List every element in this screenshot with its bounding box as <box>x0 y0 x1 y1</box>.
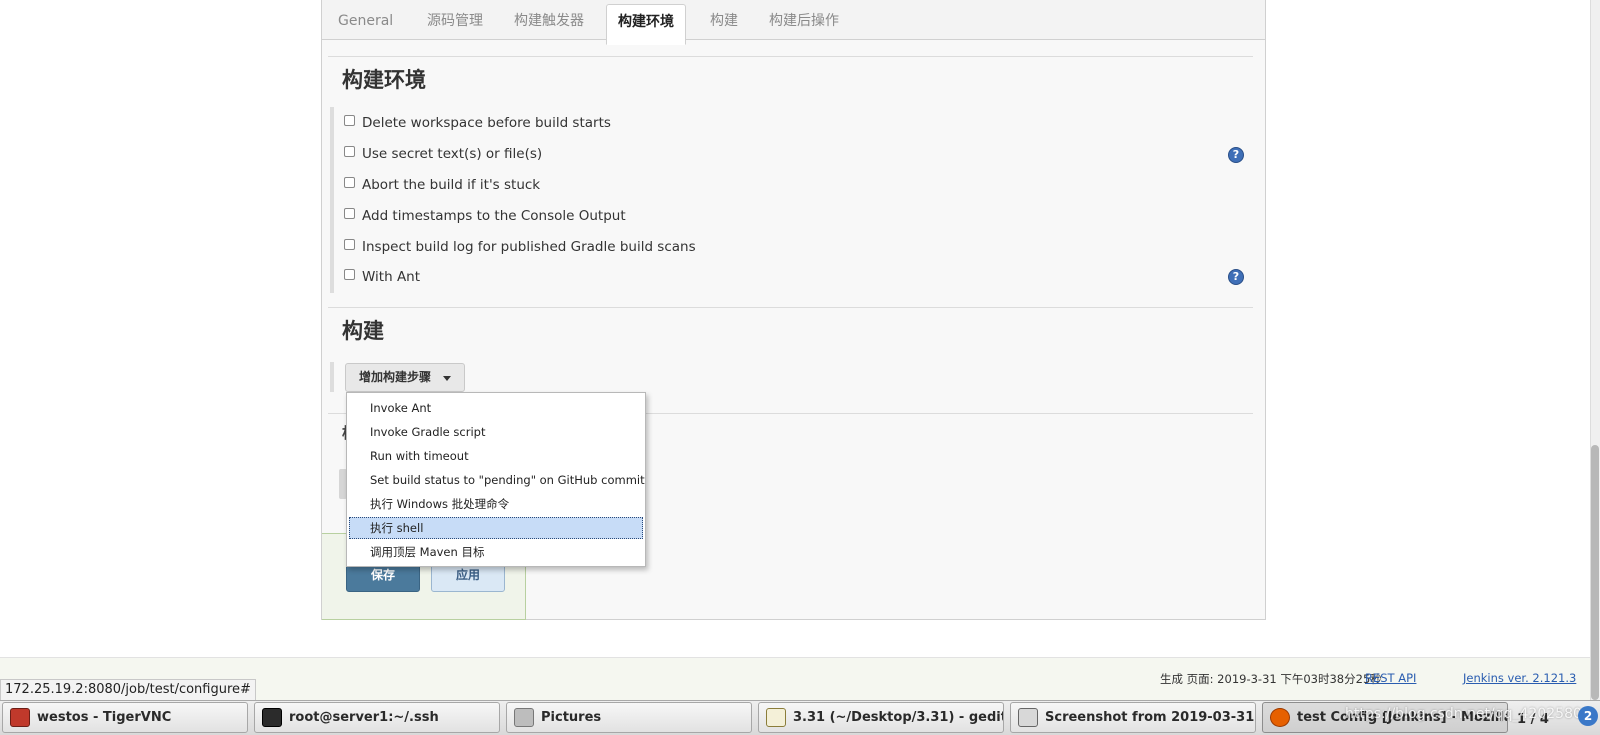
taskbar-item-pictures[interactable]: Pictures <box>506 702 752 733</box>
taskbar-item-terminal[interactable]: root@server1:~/.ssh <box>254 702 500 733</box>
option-gradle-scans[interactable]: Inspect build log for published Gradle b… <box>344 238 696 256</box>
option-with-ant[interactable]: With Ant <box>344 268 420 286</box>
watermark: https://blog.csdn.net/qq_4202580 <box>1345 706 1582 722</box>
tab-scm[interactable]: 源码管理 <box>416 0 494 40</box>
section-title-build: 构建 <box>342 319 384 343</box>
taskbar-item-label: westos - TigerVNC <box>37 710 172 725</box>
help-icon[interactable]: ? <box>1228 147 1244 163</box>
taskbar-item-label: root@server1:~/.ssh <box>289 710 439 725</box>
option-delete-workspace[interactable]: Delete workspace before build starts <box>344 114 611 132</box>
option-label: Add timestamps to the Console Output <box>362 208 626 224</box>
checkbox[interactable] <box>344 208 355 219</box>
rest-api-link[interactable]: REST API <box>1365 671 1416 685</box>
vnc-icon <box>10 708 30 727</box>
tab-build-environment[interactable]: 构建环境 <box>606 4 686 45</box>
config-tabbar: General 源码管理 构建触发器 构建环境 构建 构建后操作 <box>322 0 1265 45</box>
jenkins-version-link[interactable]: Jenkins ver. 2.121.3 <box>1463 671 1576 685</box>
file-manager-icon <box>514 708 534 727</box>
menu-item-invoke-gradle[interactable]: Invoke Gradle script <box>349 421 643 443</box>
footer-generated-time: 生成 页面: 2019-3-31 下午03时38分25秒 <box>1160 672 1382 686</box>
image-viewer-icon <box>1018 708 1038 727</box>
add-build-step-label: 增加构建步骤 <box>359 370 432 384</box>
tab-build[interactable]: 构建 <box>699 0 749 40</box>
menu-item-invoke-ant[interactable]: Invoke Ant <box>349 397 643 419</box>
divider <box>328 56 1253 57</box>
tab-post-build[interactable]: 构建后操作 <box>758 0 850 40</box>
section-title-build-environment: 构建环境 <box>342 68 426 92</box>
help-icon[interactable]: ? <box>1228 269 1244 285</box>
option-label: Abort the build if it's stuck <box>362 177 541 193</box>
option-label: Delete workspace before build starts <box>362 115 611 131</box>
tab-general[interactable]: General <box>327 0 404 40</box>
tab-build-triggers[interactable]: 构建触发器 <box>503 0 595 40</box>
menu-item-windows-batch[interactable]: 执行 Windows 批处理命令 <box>349 493 643 515</box>
add-build-step-button[interactable]: 增加构建步骤 <box>345 363 465 392</box>
text-editor-icon <box>766 708 786 727</box>
build-step-bar <box>330 362 334 392</box>
checkbox[interactable] <box>344 239 355 250</box>
option-timestamps[interactable]: Add timestamps to the Console Output <box>344 207 626 225</box>
build-step-dropdown: Invoke Ant Invoke Gradle script Run with… <box>346 392 646 567</box>
taskbar-item-label: Screenshot from 2019-03-31 ... <box>1045 710 1256 725</box>
status-bar-url: 172.25.19.2:8080/job/test/configure# <box>0 679 256 701</box>
menu-item-execute-shell[interactable]: 执行 shell <box>349 517 643 539</box>
option-label: With Ant <box>362 269 421 285</box>
taskbar-item-gedit[interactable]: 3.31 (~/Desktop/3.31) - gedit <box>758 702 1004 733</box>
options-group-bar <box>330 107 334 293</box>
firefox-icon <box>1270 708 1290 727</box>
checkbox[interactable] <box>344 115 355 126</box>
checkbox[interactable] <box>344 269 355 280</box>
option-label: Inspect build log for published Gradle b… <box>362 239 696 255</box>
divider <box>328 307 1253 308</box>
taskbar-item-label: Pictures <box>541 710 602 725</box>
terminal-icon <box>262 708 282 727</box>
option-abort-stuck[interactable]: Abort the build if it's stuck <box>344 176 540 194</box>
scrollbar-thumb[interactable] <box>1591 445 1599 700</box>
checkbox[interactable] <box>344 146 355 157</box>
checkbox[interactable] <box>344 177 355 188</box>
option-label: Use secret text(s) or file(s) <box>362 146 543 162</box>
option-secret-text[interactable]: Use secret text(s) or file(s) <box>344 145 542 163</box>
taskbar-item-screenshot[interactable]: Screenshot from 2019-03-31 ... <box>1010 702 1256 733</box>
taskbar-item-label: 3.31 (~/Desktop/3.31) - gedit <box>793 710 1004 725</box>
notification-badge[interactable]: 2 <box>1578 706 1598 726</box>
taskbar-item-tigervnc[interactable]: westos - TigerVNC <box>2 702 248 733</box>
menu-item-github-pending[interactable]: Set build status to "pending" on GitHub … <box>349 469 645 491</box>
menu-item-maven-targets[interactable]: 调用顶层 Maven 目标 <box>349 541 643 563</box>
chevron-down-icon <box>443 376 451 381</box>
menu-item-run-with-timeout[interactable]: Run with timeout <box>349 445 643 467</box>
